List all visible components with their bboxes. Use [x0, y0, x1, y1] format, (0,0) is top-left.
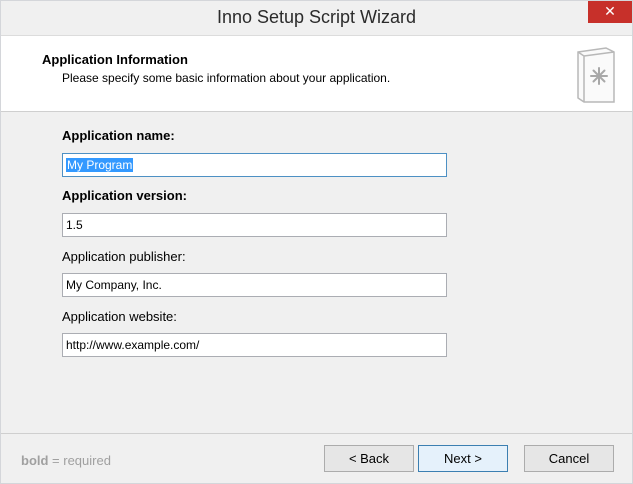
- cancel-button[interactable]: Cancel: [524, 445, 614, 472]
- app-publisher-input[interactable]: My Company, Inc.: [62, 273, 447, 297]
- app-name-input[interactable]: My Program: [62, 153, 447, 177]
- app-version-input[interactable]: 1.5: [62, 213, 447, 237]
- close-icon: ✕: [604, 4, 616, 20]
- setup-package-icon: [577, 47, 615, 103]
- next-button[interactable]: Next >: [418, 445, 508, 472]
- close-button[interactable]: ✕: [588, 1, 632, 23]
- title-bar[interactable]: Inno Setup Script Wizard ✕: [1, 1, 632, 35]
- required-hint-text: = required: [48, 453, 111, 468]
- required-hint: bold = required: [21, 453, 111, 468]
- wizard-header: Application Information Please specify s…: [1, 35, 632, 112]
- app-website-value: http://www.example.com/: [66, 338, 200, 352]
- app-name-label: Application name:: [62, 128, 175, 143]
- app-publisher-value: My Company, Inc.: [66, 278, 162, 292]
- app-version-label: Application version:: [62, 188, 187, 203]
- page-title: Application Information: [42, 52, 188, 67]
- footer-divider: [1, 433, 632, 434]
- page-subtitle: Please specify some basic information ab…: [62, 71, 391, 85]
- app-publisher-label: Application publisher:: [62, 249, 186, 264]
- app-website-input[interactable]: http://www.example.com/: [62, 333, 447, 357]
- window-title: Inno Setup Script Wizard: [216, 7, 417, 27]
- back-button[interactable]: < Back: [324, 445, 414, 472]
- app-website-label: Application website:: [62, 309, 177, 324]
- wizard-window: Inno Setup Script Wizard ✕ Application I…: [0, 0, 633, 484]
- app-name-value: My Program: [66, 158, 134, 172]
- required-hint-bold: bold: [21, 453, 49, 468]
- app-version-value: 1.5: [66, 218, 83, 232]
